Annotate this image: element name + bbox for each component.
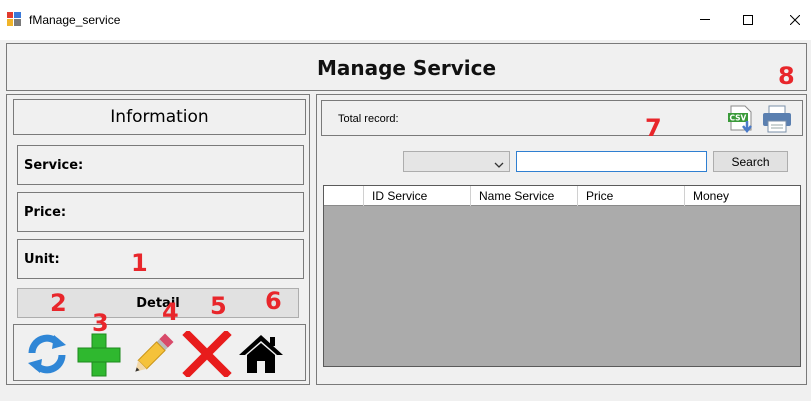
- column-id-service[interactable]: ID Service: [364, 186, 471, 206]
- app-icon: [7, 12, 21, 26]
- window-titlebar: fManage_service: [0, 0, 811, 40]
- window-title: fManage_service: [29, 13, 121, 27]
- minimize-button[interactable]: [685, 6, 725, 34]
- action-toolbar: [13, 324, 306, 381]
- search-field-combo[interactable]: [403, 151, 510, 172]
- close-button[interactable]: [775, 6, 811, 34]
- chevron-down-icon: [494, 158, 504, 172]
- column-money[interactable]: Money: [685, 186, 800, 206]
- annotation-4: 4: [162, 298, 179, 326]
- annotation-2: 2: [50, 289, 67, 317]
- csv-export-icon[interactable]: CSV: [727, 104, 757, 134]
- service-grid[interactable]: ID Service Name Service Price Money: [323, 185, 801, 367]
- page-title: Manage Service: [316, 56, 497, 80]
- unit-field: Unit:: [17, 239, 304, 279]
- annotation-6: 6: [265, 287, 282, 315]
- search-input[interactable]: [516, 151, 707, 172]
- unit-label: Unit:: [24, 252, 60, 267]
- information-heading: Information: [13, 99, 306, 135]
- svg-text:CSV: CSV: [730, 114, 747, 123]
- price-field: Price:: [17, 192, 304, 232]
- annotation-3: 3: [92, 309, 109, 337]
- service-field: Service:: [17, 145, 304, 185]
- edit-pencil-icon[interactable]: [128, 331, 178, 377]
- price-label: Price:: [24, 205, 67, 220]
- annotation-1: 1: [131, 249, 148, 277]
- records-panel: Total record: CSV Search ID Service Name…: [316, 94, 807, 385]
- delete-x-icon[interactable]: [182, 329, 232, 379]
- service-label: Service:: [24, 158, 84, 173]
- search-button[interactable]: Search: [713, 151, 788, 172]
- column-price[interactable]: Price: [578, 186, 685, 206]
- home-icon[interactable]: [236, 331, 286, 377]
- grid-row-header[interactable]: [324, 186, 364, 206]
- column-name-service[interactable]: Name Service: [471, 186, 578, 206]
- record-bar: Total record: CSV: [321, 100, 803, 136]
- annotation-5: 5: [210, 292, 227, 320]
- annotation-7: 7: [645, 114, 662, 142]
- total-record-label: Total record:: [338, 113, 399, 125]
- maximize-button[interactable]: [728, 6, 768, 34]
- information-panel: Information Service: Price: Unit: Detail: [6, 94, 310, 385]
- grid-header: ID Service Name Service Price Money: [324, 186, 800, 206]
- refresh-icon[interactable]: [22, 331, 72, 377]
- print-icon[interactable]: [761, 104, 793, 134]
- header-panel: Manage Service: [6, 43, 807, 91]
- add-icon[interactable]: [74, 331, 124, 377]
- annotation-8: 8: [778, 62, 795, 90]
